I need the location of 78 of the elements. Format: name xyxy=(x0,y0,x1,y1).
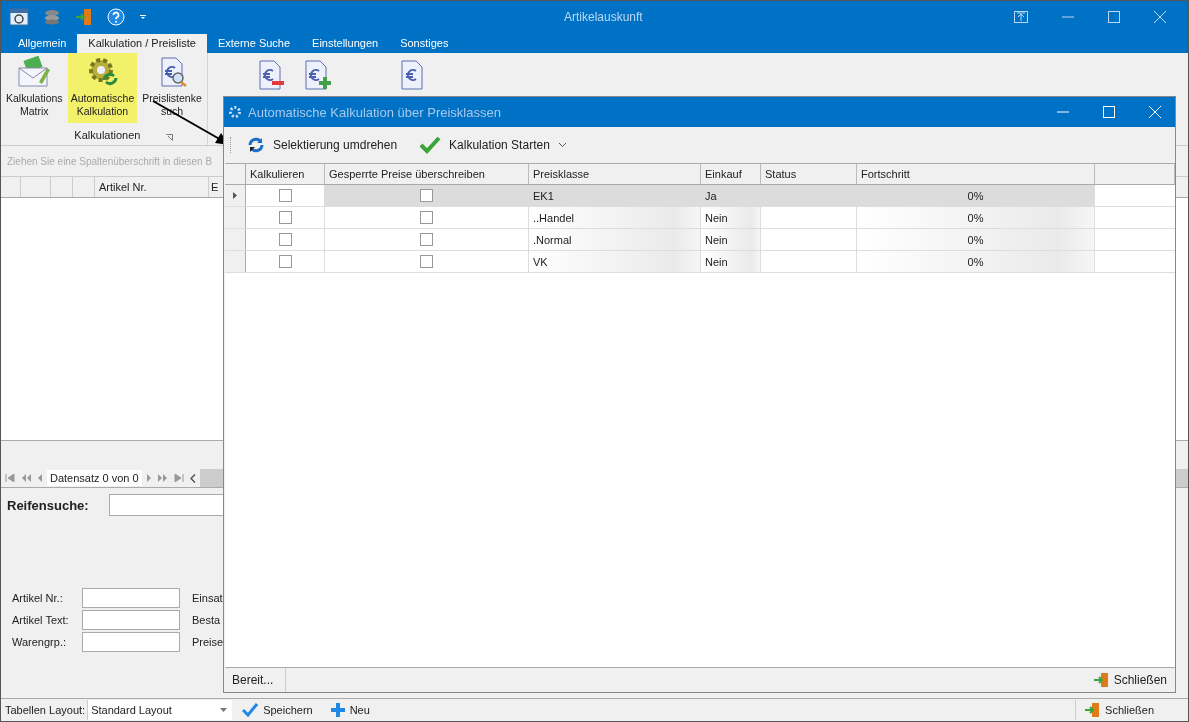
exit-door-icon xyxy=(1092,672,1109,688)
checkbox[interactable] xyxy=(278,211,292,224)
dropdown-caret-icon[interactable] xyxy=(220,708,228,712)
checkmark-icon xyxy=(419,136,442,154)
column-header[interactable]: Fortschritt xyxy=(857,164,1095,184)
save-button[interactable]: Speichern xyxy=(234,701,321,719)
record-counter: Datensatz 0 von 0 xyxy=(47,470,142,486)
next-record-icon[interactable] xyxy=(145,474,152,482)
plus-icon xyxy=(330,703,345,717)
field-label: Einsat xyxy=(192,592,223,604)
checkbox[interactable] xyxy=(278,189,292,202)
row-indicator-icon xyxy=(233,192,237,199)
invert-selection-button[interactable]: Selektierung umdrehen xyxy=(239,134,406,156)
column-header[interactable]: Status xyxy=(761,164,857,184)
next-page-icon[interactable] xyxy=(157,474,168,482)
column-header[interactable]: Gesperrte Preise überschreiben xyxy=(325,164,529,184)
table-cell: EK1 xyxy=(529,185,701,206)
exit-door-icon xyxy=(1084,702,1101,718)
window-title: Artikelauskunft xyxy=(564,10,644,24)
new-button[interactable]: Neu xyxy=(322,701,378,719)
maximize-icon[interactable] xyxy=(1108,11,1120,23)
ribbon-tab[interactable]: Sonstiges xyxy=(389,34,460,53)
field-label: Artikel Nr.: xyxy=(12,592,64,604)
previous-page-icon[interactable] xyxy=(21,474,31,482)
checkmark-icon xyxy=(242,703,259,717)
input-field[interactable] xyxy=(82,610,180,630)
row-header[interactable] xyxy=(225,207,246,228)
column-header[interactable]: Preisklasse xyxy=(529,164,701,184)
exit-door-icon[interactable] xyxy=(75,8,93,26)
input-field[interactable] xyxy=(82,632,180,652)
status-text: Bereit... xyxy=(224,668,287,692)
close-icon[interactable] xyxy=(1154,11,1166,23)
checkbox[interactable] xyxy=(420,211,433,224)
help-icon[interactable] xyxy=(107,8,125,26)
table-cell: Ja xyxy=(701,185,761,206)
checkbox[interactable] xyxy=(420,233,433,246)
ribbon-tab[interactable]: Externe Suche xyxy=(206,34,302,53)
row-header[interactable] xyxy=(225,229,246,250)
first-record-icon[interactable] xyxy=(5,474,15,482)
ribbon-button[interactable]: Automatische Kalkulation xyxy=(67,53,138,123)
dialog-launcher-icon[interactable] xyxy=(166,134,174,141)
envelope-icon xyxy=(17,56,52,88)
scroll-left-icon[interactable] xyxy=(189,473,196,483)
close-button[interactable]: Schließen xyxy=(1084,670,1175,690)
start-calculation-button[interactable]: Kalkulation Starten xyxy=(411,134,575,156)
search-window-icon[interactable] xyxy=(9,8,29,26)
ribbon-button[interactable]: Kalkulations Matrix xyxy=(3,53,66,123)
column-header[interactable]: Kalkulieren xyxy=(246,164,325,184)
ribbon-tab[interactable]: Einstellungen xyxy=(301,34,390,53)
checkbox[interactable] xyxy=(420,189,433,202)
field-label: Preise xyxy=(192,636,224,648)
group-label: Kalkulationen xyxy=(74,129,141,141)
ribbon-tab[interactable]: Allgemein xyxy=(7,34,78,53)
last-record-icon[interactable] xyxy=(173,474,184,482)
field-label: Warengrp.: xyxy=(12,636,67,648)
layout-dropdown[interactable]: Standard Layout xyxy=(87,700,233,720)
row-header[interactable] xyxy=(225,251,246,272)
field-label: Artikel Text: xyxy=(12,614,70,626)
checkbox[interactable] xyxy=(278,233,292,246)
ribbon-tab[interactable]: Kalkulation / Preisliste xyxy=(77,34,207,53)
field-label: Besta xyxy=(192,614,221,626)
checkbox[interactable] xyxy=(420,255,433,268)
pin-icon[interactable] xyxy=(1014,11,1028,23)
dropdown-caret-icon[interactable] xyxy=(139,14,147,20)
refresh-icon xyxy=(247,136,265,154)
column-header[interactable]: Einkauf xyxy=(701,164,761,184)
close-button[interactable]: Schließen xyxy=(1075,700,1162,720)
caret-icon xyxy=(557,142,567,148)
previous-record-icon[interactable] xyxy=(37,474,43,482)
checkbox[interactable] xyxy=(278,255,292,268)
dialog-title: Automatische Kalkulation über Preisklassen xyxy=(248,104,501,120)
tire-stack-icon[interactable] xyxy=(43,9,61,25)
row-header[interactable] xyxy=(225,185,246,206)
column-header[interactable]: Artikel Nr. xyxy=(95,177,209,197)
layout-label: Tabellen Layout: xyxy=(5,704,86,716)
field-label: Reifensuche: xyxy=(7,497,89,513)
table-cell: 0% xyxy=(857,185,1095,206)
input-field[interactable] xyxy=(82,588,180,608)
